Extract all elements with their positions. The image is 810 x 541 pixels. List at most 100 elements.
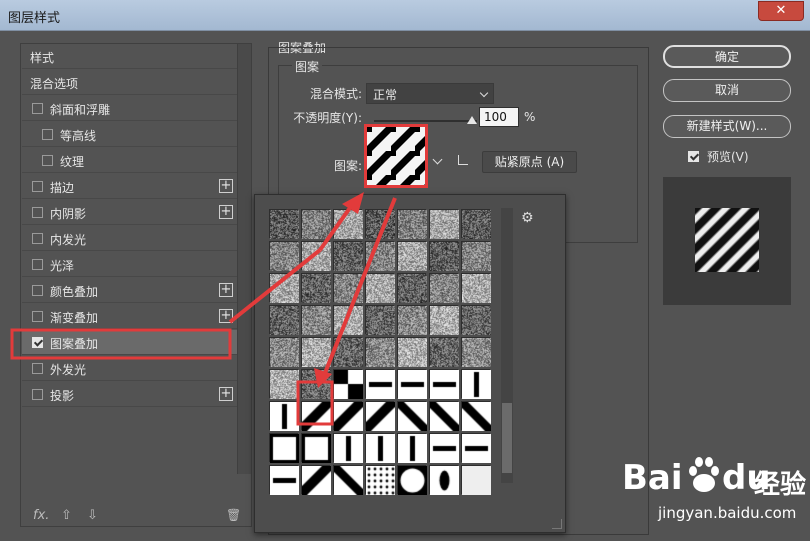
style-list-item[interactable]: 颜色叠加 + [22,278,237,303]
preview-checkbox[interactable] [688,151,699,162]
pattern-swatch-cell[interactable] [429,465,459,495]
pattern-swatch-cell[interactable] [269,369,299,399]
style-list-item[interactable]: 描边 + [22,174,237,199]
style-checkbox[interactable] [32,259,43,270]
pattern-swatch-cell[interactable] [461,401,491,431]
pattern-swatch-cell[interactable] [269,433,299,463]
pattern-swatch-cell[interactable] [333,305,363,335]
pattern-swatch-cell[interactable] [301,401,331,431]
pattern-swatch-cell[interactable] [333,465,363,495]
ok-button[interactable]: 确定 [663,45,791,68]
style-checkbox[interactable] [32,363,43,374]
picker-scrollbar[interactable] [501,208,513,483]
style-list-item[interactable]: 投影 + [22,382,237,407]
pattern-swatch-cell[interactable] [397,209,427,239]
pattern-swatch-cell[interactable] [301,465,331,495]
pattern-swatch-cell[interactable] [397,273,427,303]
style-list-item[interactable]: 图案叠加 [22,330,237,355]
pattern-swatch-cell[interactable] [429,241,459,271]
pattern-swatch-cell[interactable] [397,401,427,431]
move-down-icon[interactable]: ⇩ [87,508,98,523]
opacity-slider-thumb[interactable] [467,116,477,124]
pattern-swatch-cell[interactable] [461,465,491,495]
style-list-item[interactable]: 外发光 [22,356,237,381]
pattern-swatch-cell[interactable] [301,273,331,303]
style-list-item[interactable]: 等高线 [22,122,237,147]
pattern-swatch-cell[interactable] [365,241,395,271]
pattern-swatch-cell[interactable] [365,337,395,367]
pattern-swatch-cell[interactable] [301,369,331,399]
opacity-slider[interactable] [374,120,477,122]
add-effect-icon[interactable]: + [219,205,233,219]
pattern-swatch-cell[interactable] [301,337,331,367]
pattern-swatch[interactable] [364,124,428,188]
pattern-swatch-cell[interactable] [269,241,299,271]
pattern-swatch-cell[interactable] [429,273,459,303]
pattern-swatch-cell[interactable] [461,433,491,463]
pattern-swatch-cell[interactable] [461,337,491,367]
style-checkbox[interactable] [42,129,53,140]
pattern-swatch-cell[interactable] [429,401,459,431]
pattern-swatch-cell[interactable] [301,305,331,335]
pattern-swatch-cell[interactable] [333,337,363,367]
pattern-swatch-cell[interactable] [333,241,363,271]
pattern-swatch-cell[interactable] [333,209,363,239]
pattern-swatch-cell[interactable] [429,305,459,335]
style-list-item[interactable]: 内发光 [22,226,237,251]
pattern-swatch-cell[interactable] [365,209,395,239]
gear-icon[interactable]: ⚙ [521,210,534,226]
close-button[interactable]: ✕ [758,1,804,21]
pattern-swatch-cell[interactable] [365,369,395,399]
new-preset-icon[interactable] [458,155,468,165]
style-checkbox[interactable] [32,285,43,296]
blend-mode-select[interactable]: 正常 [366,83,494,104]
move-up-icon[interactable]: ⇧ [61,508,72,523]
pattern-swatch-cell[interactable] [333,433,363,463]
pattern-swatch-cell[interactable] [429,369,459,399]
snap-to-origin-button[interactable]: 贴紧原点 (A) [482,151,577,173]
pattern-swatch-cell[interactable] [269,401,299,431]
style-checkbox[interactable] [32,103,43,114]
pattern-swatch-cell[interactable] [461,209,491,239]
style-list-item[interactable]: 混合选项 [22,70,237,95]
add-effect-icon[interactable]: + [219,179,233,193]
pattern-swatch-cell[interactable] [397,305,427,335]
pattern-swatch-cell[interactable] [461,369,491,399]
style-list-item[interactable]: 斜面和浮雕 [22,96,237,121]
pattern-swatch-cell[interactable] [397,465,427,495]
style-checkbox[interactable] [32,233,43,244]
resize-grip-icon[interactable] [552,519,562,529]
pattern-swatch-cell[interactable] [365,305,395,335]
pattern-swatch-cell[interactable] [269,337,299,367]
opacity-input[interactable]: 100 [479,107,519,127]
style-list-scrollbar[interactable] [237,44,251,474]
pattern-swatch-cell[interactable] [365,401,395,431]
add-effect-icon[interactable]: + [219,387,233,401]
style-list-item[interactable]: 纹理 [22,148,237,173]
trash-icon[interactable]: 🗑 [226,508,241,522]
pattern-swatch-cell[interactable] [429,209,459,239]
pattern-swatch-cell[interactable] [397,433,427,463]
picker-scrollbar-thumb[interactable] [502,403,512,473]
pattern-swatch-cell[interactable] [397,241,427,271]
style-list-item[interactable]: 内阴影 + [22,200,237,225]
pattern-swatch-cell[interactable] [461,273,491,303]
pattern-swatch-cell[interactable] [333,369,363,399]
pattern-swatch-cell[interactable] [365,433,395,463]
cancel-button[interactable]: 取消 [663,79,791,102]
add-effect-icon[interactable]: + [219,283,233,297]
fx-icon[interactable]: fx. [33,508,49,523]
pattern-swatch-cell[interactable] [269,305,299,335]
style-checkbox[interactable] [32,311,43,322]
pattern-swatch-cell[interactable] [429,433,459,463]
pattern-swatch-cell[interactable] [301,433,331,463]
pattern-swatch-cell[interactable] [397,369,427,399]
pattern-swatch-cell[interactable] [269,465,299,495]
style-list-item[interactable]: 光泽 [22,252,237,277]
pattern-swatch-cell[interactable] [461,305,491,335]
pattern-swatch-cell[interactable] [365,273,395,303]
pattern-swatch-cell[interactable] [429,337,459,367]
pattern-swatch-cell[interactable] [365,465,395,495]
style-checkbox[interactable] [32,207,43,218]
style-checkbox[interactable] [32,389,43,400]
